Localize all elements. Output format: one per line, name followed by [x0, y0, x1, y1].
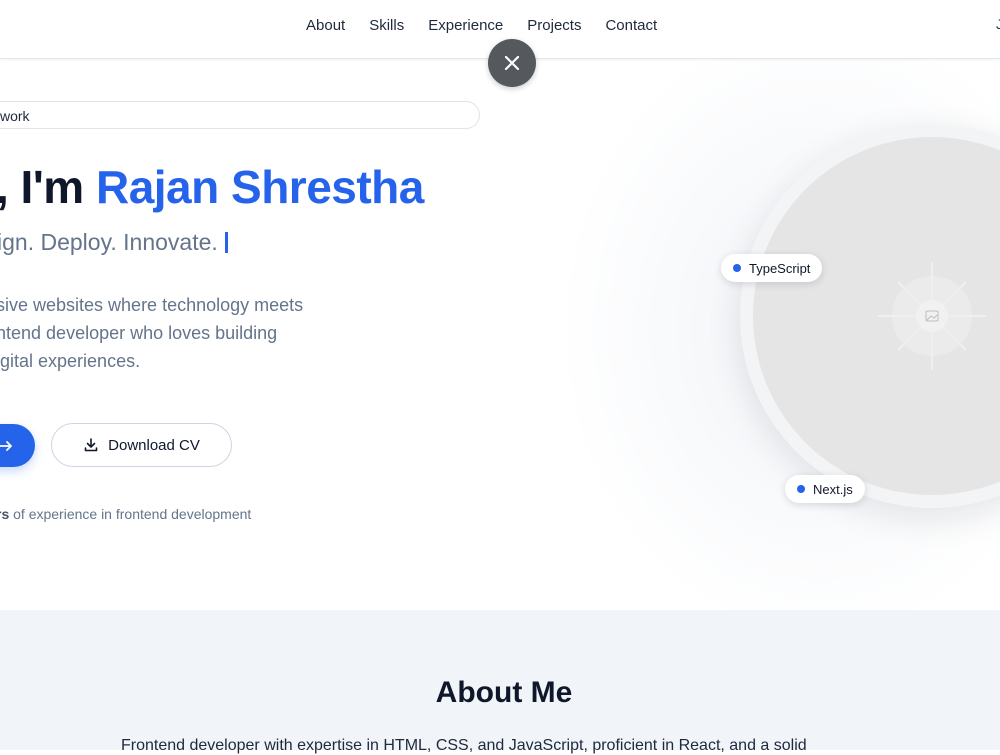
experience-bold: rs [0, 506, 10, 522]
download-cv-button[interactable]: Download CV [51, 423, 232, 467]
nav-item-projects[interactable]: Projects [527, 17, 581, 34]
about-section: About Me Frontend developer with experti… [0, 610, 1000, 754]
about-title: About Me [435, 676, 573, 709]
tech-pill-typescript: TypeScript [721, 254, 823, 282]
close-button[interactable] [488, 39, 536, 87]
tech-pill-label: Next.js [813, 481, 853, 497]
description-line-2: ntend developer who loves building [0, 323, 278, 343]
nav-item-skills[interactable]: Skills [369, 17, 404, 34]
download-icon [84, 438, 98, 452]
image-placeholder-graphic [878, 262, 986, 370]
hero-description: sive websites where technology meets nte… [0, 291, 303, 375]
description-line-3: igital experiences. [0, 351, 141, 371]
nav-item-experience[interactable]: Experience [428, 17, 503, 34]
primary-cta-button[interactable] [0, 424, 35, 467]
tech-pill-nextjs: Next.js [785, 475, 865, 503]
experience-text: of experience in frontend development [9, 506, 252, 522]
hero-headline: , I'm Rajan Shrestha [0, 160, 424, 214]
hero-tagline: ign. Deploy. Innovate. [0, 229, 228, 256]
hero-badge-text: work [0, 108, 30, 124]
download-cv-label: Download CV [108, 436, 200, 454]
close-icon [504, 55, 520, 71]
headline-prefix: , I'm [0, 161, 96, 213]
profile-image-placeholder [753, 137, 1000, 495]
hero-badge: work [0, 101, 480, 129]
experience-note: rs of experience in frontend development [0, 506, 251, 522]
nav-item-about[interactable]: About [306, 17, 345, 34]
tagline-text: ign. Deploy. Innovate. [0, 229, 218, 255]
tech-pill-dot [797, 485, 805, 493]
hero-section: work , I'm Rajan Shrestha ign. Deploy. I… [0, 59, 1000, 610]
tech-pill-dot [733, 264, 741, 272]
about-text: Frontend developer with expertise in HTM… [121, 737, 807, 754]
tech-pill-label: TypeScript [749, 260, 811, 276]
typing-caret [224, 232, 228, 253]
headline-name: Rajan Shrestha [95, 161, 424, 213]
description-line-1: sive websites where technology meets [0, 295, 304, 315]
nav-links: About Skills Experience Projects Contact [306, 17, 657, 34]
nav-item-contact[interactable]: Contact [605, 17, 657, 34]
profile-image-frame [740, 124, 1000, 508]
arrow-right-icon [0, 440, 12, 451]
nav-edge-text: J [996, 16, 1000, 32]
